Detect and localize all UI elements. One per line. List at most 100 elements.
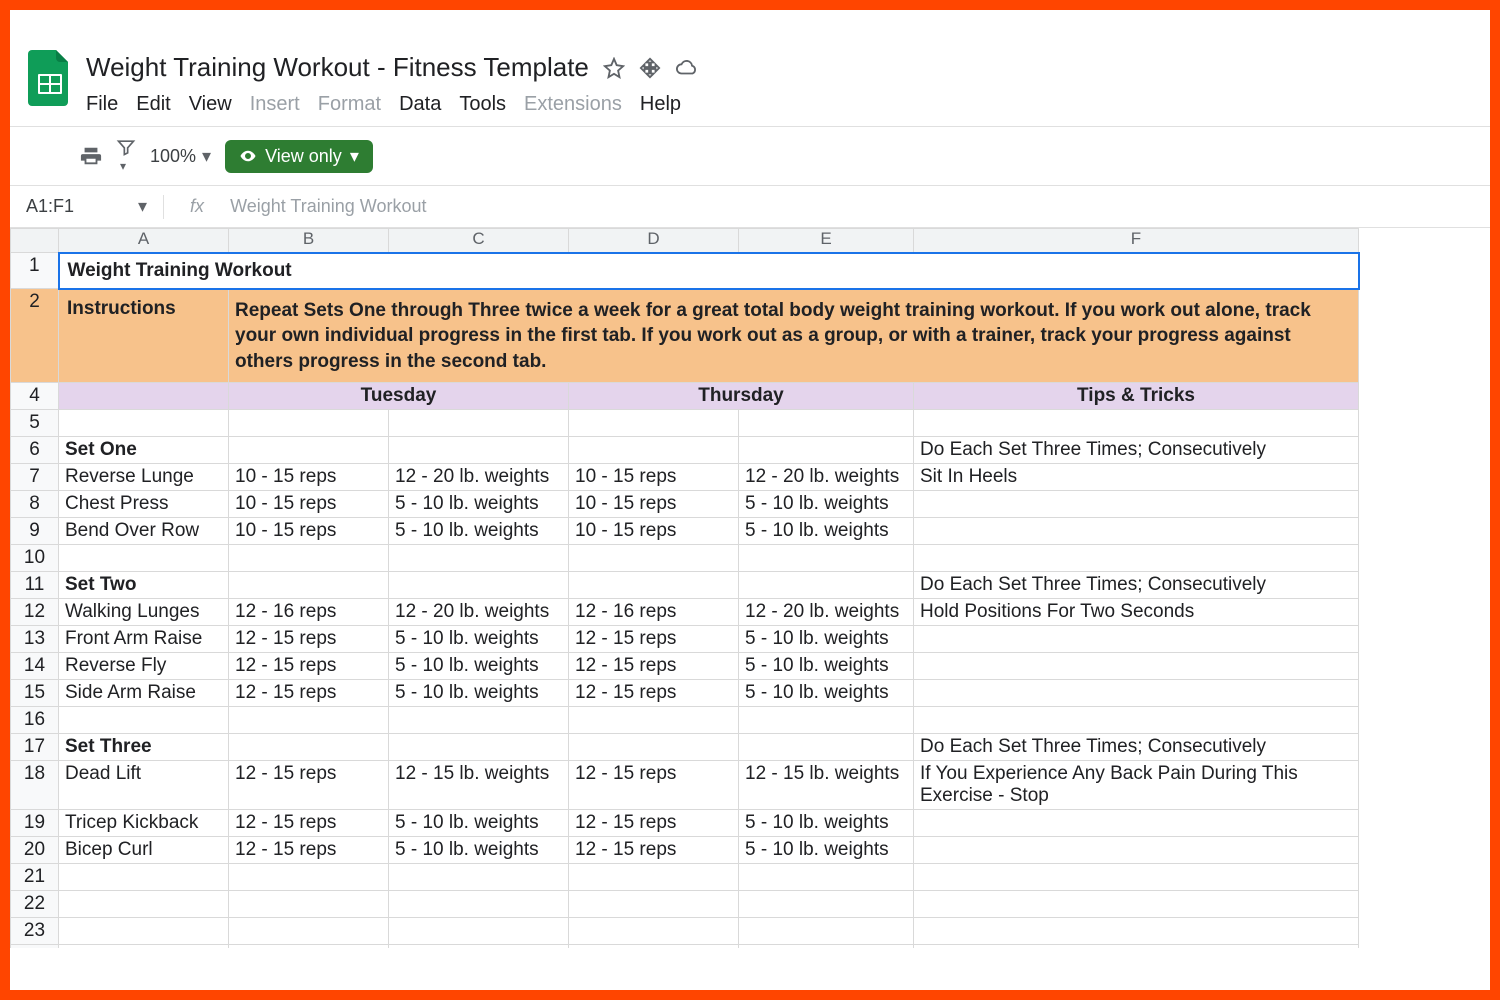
cell[interactable] [739,945,914,948]
exercise-name[interactable]: Chest Press [59,491,229,518]
row-header[interactable]: 5 [11,410,59,437]
reps-cell[interactable]: 12 - 15 reps [569,680,739,707]
cell[interactable] [739,918,914,945]
cell[interactable] [229,437,389,464]
exercise-name[interactable]: Reverse Lunge [59,464,229,491]
exercise-name[interactable]: Bicep Curl [59,837,229,864]
document-title[interactable]: Weight Training Workout - Fitness Templa… [86,52,589,83]
cell[interactable] [389,545,569,572]
move-icon[interactable] [639,57,661,79]
row-header[interactable]: 18 [11,761,59,810]
weight-cell[interactable]: 12 - 15 lb. weights [739,761,914,810]
sheet-title-cell[interactable]: Weight Training Workout [59,253,1359,289]
weight-cell[interactable]: 5 - 10 lb. weights [739,837,914,864]
instructions-text[interactable]: Repeat Sets One through Three twice a we… [229,289,1359,383]
star-icon[interactable] [603,57,625,79]
cell[interactable] [569,707,739,734]
tip-text[interactable]: Do Each Set Three Times; Consecutively [914,437,1359,464]
cell[interactable] [569,891,739,918]
tip-text[interactable] [914,518,1359,545]
reps-cell[interactable]: 12 - 15 reps [229,626,389,653]
chevron-down-icon[interactable]: ▾ [202,146,211,167]
tip-text[interactable]: Sit In Heels [914,464,1359,491]
weight-cell[interactable]: 5 - 10 lb. weights [389,680,569,707]
tip-text[interactable] [914,626,1359,653]
set-name[interactable]: Set Three [59,734,229,761]
cell[interactable] [59,864,229,891]
menu-file[interactable]: File [86,93,118,116]
cloud-saved-icon[interactable] [675,57,699,79]
cell[interactable] [389,437,569,464]
tip-text[interactable] [914,653,1359,680]
print-icon[interactable] [80,145,102,167]
cell[interactable] [389,410,569,437]
weight-cell[interactable]: 5 - 10 lb. weights [739,518,914,545]
zoom-level[interactable]: 100% [150,146,196,167]
cell[interactable] [389,864,569,891]
reps-cell[interactable]: 10 - 15 reps [229,464,389,491]
cell[interactable] [739,437,914,464]
weight-cell[interactable]: 12 - 15 lb. weights [389,761,569,810]
weight-cell[interactable]: 5 - 10 lb. weights [739,810,914,837]
tip-text[interactable] [914,810,1359,837]
cell[interactable] [229,734,389,761]
formula-input[interactable] [224,192,1480,221]
exercise-name[interactable]: Dead Lift [59,761,229,810]
tips-header[interactable]: Tips & Tricks [914,383,1359,410]
row-header[interactable]: 12 [11,599,59,626]
row-header[interactable]: 23 [11,918,59,945]
cell[interactable] [569,545,739,572]
row-header[interactable]: 1 [11,253,59,289]
weight-cell[interactable]: 5 - 10 lb. weights [389,491,569,518]
cell[interactable] [569,734,739,761]
col-header-A[interactable]: A [59,229,229,253]
cell[interactable] [739,707,914,734]
row-header[interactable]: 19 [11,810,59,837]
reps-cell[interactable]: 10 - 15 reps [569,464,739,491]
reps-cell[interactable]: 12 - 15 reps [569,761,739,810]
weight-cell[interactable]: 5 - 10 lb. weights [389,810,569,837]
menu-help[interactable]: Help [640,93,681,116]
menu-edit[interactable]: Edit [136,93,170,116]
tip-text[interactable] [914,491,1359,518]
row-header[interactable]: 17 [11,734,59,761]
cell[interactable] [739,734,914,761]
cell[interactable] [59,410,229,437]
exercise-name[interactable]: Walking Lunges [59,599,229,626]
reps-cell[interactable]: 12 - 15 reps [569,837,739,864]
weight-cell[interactable]: 12 - 20 lb. weights [389,464,569,491]
cell[interactable] [229,572,389,599]
exercise-name[interactable]: Bend Over Row [59,518,229,545]
cell[interactable] [914,410,1359,437]
reps-cell[interactable]: 12 - 16 reps [229,599,389,626]
row-header[interactable]: 21 [11,945,59,948]
cell[interactable] [569,918,739,945]
tip-text[interactable] [914,837,1359,864]
cell[interactable] [569,945,739,948]
weight-cell[interactable]: 5 - 10 lb. weights [389,518,569,545]
weight-cell[interactable]: 5 - 10 lb. weights [389,653,569,680]
reps-cell[interactable]: 10 - 15 reps [229,518,389,545]
cell[interactable] [59,545,229,572]
cell[interactable] [59,383,229,410]
weight-cell[interactable]: 12 - 20 lb. weights [739,599,914,626]
tip-text[interactable]: Do Each Set Three Times; Consecutively [914,572,1359,599]
cell[interactable] [59,918,229,945]
menu-tools[interactable]: Tools [459,93,506,116]
cell[interactable] [389,734,569,761]
select-all-corner[interactable] [11,229,59,253]
reps-cell[interactable]: 12 - 15 reps [569,626,739,653]
row-header[interactable]: 15 [11,680,59,707]
cell[interactable] [914,918,1359,945]
row-header[interactable]: 9 [11,518,59,545]
filter-icon[interactable] [116,137,136,175]
cell[interactable] [229,410,389,437]
cell[interactable] [914,864,1359,891]
col-header-E[interactable]: E [739,229,914,253]
instructions-label[interactable]: Instructions [59,289,229,383]
reps-cell[interactable]: 12 - 15 reps [229,761,389,810]
reps-cell[interactable]: 12 - 15 reps [229,810,389,837]
row-header[interactable]: 6 [11,437,59,464]
spreadsheet-grid[interactable]: A B C D E F 1Weight Training Workout2Ins… [10,228,1360,948]
row-header[interactable]: 11 [11,572,59,599]
